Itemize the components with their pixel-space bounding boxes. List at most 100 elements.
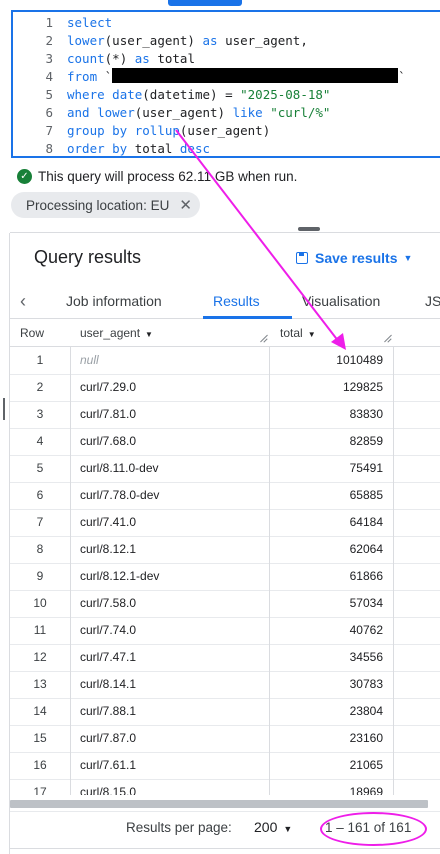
row-number-cell: 10 xyxy=(10,590,71,617)
column-resize-icon[interactable] xyxy=(384,334,392,342)
sql-keyword: lower xyxy=(67,33,105,48)
sql-keyword: date xyxy=(112,87,143,102)
table-row[interactable]: 17 curl/8.15.0 18969 xyxy=(10,779,440,795)
table-row[interactable]: 6 curl/7.78.0-dev 65885 xyxy=(10,482,440,510)
column-header-total[interactable]: total ▼ xyxy=(280,320,316,346)
row-number-cell: 1 xyxy=(10,347,71,374)
user-agent-cell: curl/8.11.0-dev xyxy=(70,455,270,482)
line-number: 1 xyxy=(45,15,53,30)
total-cell: 64184 xyxy=(270,509,394,536)
sql-keyword: and xyxy=(67,105,90,120)
sql-text: ` xyxy=(398,69,406,84)
side-resize-handle[interactable] xyxy=(3,398,5,420)
total-cell: 83830 xyxy=(270,401,394,428)
row-number-cell: 3 xyxy=(10,401,71,428)
line-number: 2 xyxy=(45,33,53,48)
table-row[interactable]: 4 curl/7.68.0 82859 xyxy=(10,428,440,456)
results-tabs: ‹ Job information Results Visualisation … xyxy=(10,284,440,319)
row-number-cell: 17 xyxy=(10,779,71,795)
resize-handle[interactable] xyxy=(298,227,320,231)
column-header-total-label: total xyxy=(280,326,303,340)
table-row[interactable]: 7 curl/7.41.0 64184 xyxy=(10,509,440,537)
sort-dropdown-icon[interactable]: ▼ xyxy=(308,330,316,339)
code-line[interactable]: 8 order by total desc xyxy=(13,140,440,156)
code-line[interactable]: 3 count(*) as total xyxy=(13,50,440,68)
table-row[interactable]: 10 curl/7.58.0 57034 xyxy=(10,590,440,618)
table-row[interactable]: 8 curl/8.12.1 62064 xyxy=(10,536,440,564)
table-row[interactable]: 15 curl/7.87.0 23160 xyxy=(10,725,440,753)
table-row[interactable]: 5 curl/8.11.0-dev 75491 xyxy=(10,455,440,483)
column-header-user-agent-label: user_agent xyxy=(80,326,141,340)
user-agent-cell: curl/7.74.0 xyxy=(70,617,270,644)
sql-string: "curl/%" xyxy=(270,105,331,120)
save-results-button[interactable]: Save results ▼ xyxy=(296,250,412,266)
close-icon[interactable]: ✕ xyxy=(179,196,192,214)
column-resize-icon[interactable] xyxy=(260,334,268,342)
user-agent-cell: curl/7.29.0 xyxy=(70,374,270,401)
run-button-edge[interactable] xyxy=(168,0,242,6)
table-row[interactable]: 9 curl/8.12.1-dev 61866 xyxy=(10,563,440,591)
table-row[interactable]: 1 null 1010489 xyxy=(10,347,440,375)
code-text: count(*) as total xyxy=(67,50,195,68)
rows-per-page-value: 200 xyxy=(254,819,278,835)
total-cell: 57034 xyxy=(270,590,394,617)
tab-json[interactable]: JS xyxy=(425,284,440,318)
total-cell: 61866 xyxy=(270,563,394,590)
sql-keyword: as xyxy=(134,51,150,66)
code-text: select xyxy=(67,14,112,32)
user-agent-cell: null xyxy=(70,347,270,374)
panel-divider xyxy=(10,232,440,233)
table-row[interactable]: 14 curl/7.88.1 23804 xyxy=(10,698,440,726)
sql-text: ` xyxy=(97,69,113,84)
tab-job-information[interactable]: Job information xyxy=(66,284,162,318)
sql-text: total xyxy=(127,141,180,156)
code-line[interactable]: 7 group by rollup(user_agent) xyxy=(13,122,440,140)
table-row[interactable]: 13 curl/8.14.1 30783 xyxy=(10,671,440,699)
total-cell: 62064 xyxy=(270,536,394,563)
row-number-cell: 11 xyxy=(10,617,71,644)
code-line[interactable]: 1 select xyxy=(13,14,440,32)
column-header-user-agent[interactable]: user_agent ▼ xyxy=(80,320,153,346)
row-number-cell: 15 xyxy=(10,725,71,752)
horizontal-scrollbar[interactable] xyxy=(10,800,428,808)
tab-visualisation[interactable]: Visualisation xyxy=(302,284,380,318)
sql-keyword: rollup xyxy=(134,123,180,138)
table-row[interactable]: 16 curl/7.61.1 21065 xyxy=(10,752,440,780)
query-validation: ✓ This query will process 62.11 GB when … xyxy=(17,166,297,186)
total-cell: 30783 xyxy=(270,671,394,698)
row-number-cell: 2 xyxy=(10,374,71,401)
sort-dropdown-icon[interactable]: ▼ xyxy=(145,330,153,339)
line-number: 4 xyxy=(45,69,53,84)
user-agent-cell: curl/7.81.0 xyxy=(70,401,270,428)
processing-location-chip[interactable]: Processing location: EU ✕ xyxy=(11,192,200,218)
results-title: Query results xyxy=(34,247,142,267)
sql-text: (user_agent) xyxy=(134,105,233,120)
line-number: 8 xyxy=(45,141,53,156)
table-row[interactable]: 3 curl/7.81.0 83830 xyxy=(10,401,440,429)
sql-keyword: from xyxy=(67,69,98,84)
code-line[interactable]: 4 from ` ` xyxy=(13,68,440,86)
save-icon xyxy=(296,252,308,264)
row-number-cell: 8 xyxy=(10,536,71,563)
table-row[interactable]: 11 curl/7.74.0 40762 xyxy=(10,617,440,645)
total-cell: 1010489 xyxy=(270,347,394,374)
user-agent-cell: curl/8.12.1-dev xyxy=(70,563,270,590)
row-number-cell: 6 xyxy=(10,482,71,509)
code-text: lower(user_agent) as user_agent, xyxy=(67,32,308,50)
rows-per-page-select[interactable]: 200 ▼ xyxy=(254,819,292,835)
tab-results[interactable]: Results xyxy=(213,284,260,318)
code-line[interactable]: 6 and lower(user_agent) like "curl/%" xyxy=(13,104,440,122)
sql-text: user_agent, xyxy=(217,33,308,48)
code-line[interactable]: 2 lower(user_agent) as user_agent, xyxy=(13,32,440,50)
sql-keyword: desc xyxy=(179,141,211,156)
user-agent-cell: curl/7.88.1 xyxy=(70,698,270,725)
table-row[interactable]: 12 curl/7.47.1 34556 xyxy=(10,644,440,672)
code-line[interactable]: 5 where date(datetime) = "2025-08-18" xyxy=(13,86,440,104)
sql-editor[interactable]: 1 select 2 lower(user_agent) as user_agent,… xyxy=(11,10,440,158)
total-cell: 18969 xyxy=(270,779,394,795)
line-number: 5 xyxy=(45,87,53,102)
table-row[interactable]: 2 curl/7.29.0 129825 xyxy=(10,374,440,402)
row-number-cell: 7 xyxy=(10,509,71,536)
user-agent-cell: curl/7.68.0 xyxy=(70,428,270,455)
chevron-left-icon[interactable]: ‹ xyxy=(20,284,26,318)
